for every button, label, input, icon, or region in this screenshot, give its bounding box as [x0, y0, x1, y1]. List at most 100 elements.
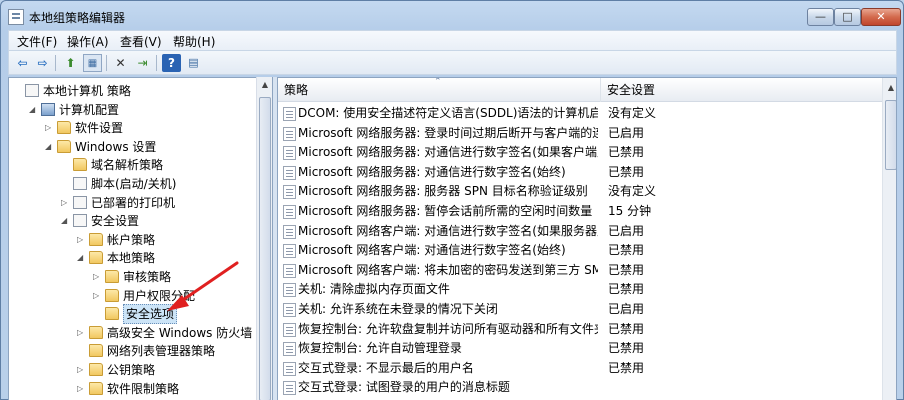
table-row[interactable]: Microsoft 网络服务器: 服务器 SPN 目标名称验证级别 没有定义: [278, 182, 882, 201]
table-row[interactable]: 恢复控制台: 允许软盘复制并访问所有驱动器和所有文件夹 已禁用: [278, 320, 882, 339]
tree-item-label: 安全选项: [123, 304, 178, 325]
close-button[interactable]: ✕: [861, 8, 901, 26]
show-tree-icon[interactable]: ▦: [83, 54, 102, 72]
list-scrollbar[interactable]: ▲: [882, 78, 896, 400]
policy-setting-icon: [283, 126, 296, 141]
title-bar: 本地组策略编辑器 — □ ✕: [1, 1, 903, 31]
tree-item[interactable]: ▷ 软件限制策略: [9, 380, 259, 398]
security-setting-value: 已启用: [608, 302, 645, 316]
table-row[interactable]: Microsoft 网络客户端: 将未加密的密码发送到第三方 SMB... 已禁用: [278, 261, 882, 280]
collapse-triangle-icon[interactable]: ◢: [29, 101, 39, 119]
policy-icon: [73, 195, 87, 209]
tree-item[interactable]: ◢ 计算机配置: [9, 101, 259, 119]
tree-item-label: 本地策略: [107, 251, 156, 266]
table-row[interactable]: 交互式登录: 不显示最后的用户名 已禁用: [278, 359, 882, 378]
table-row[interactable]: 关机: 允许系统在未登录的情况下关闭 已启用: [278, 300, 882, 319]
scroll-up-icon[interactable]: ▲: [886, 83, 896, 92]
table-row[interactable]: Microsoft 网络服务器: 暂停会话前所需的空闲时间数量 15 分钟: [278, 202, 882, 221]
expand-triangle-icon[interactable]: ▷: [77, 361, 87, 379]
tree-item[interactable]: 域名解析策略: [9, 156, 259, 174]
policy-name: Microsoft 网络服务器: 对通信进行数字签名(如果客户端允...: [298, 145, 598, 160]
list-scrollbar-thumb[interactable]: [885, 100, 896, 170]
tree-item[interactable]: ▷ 软件设置: [9, 119, 259, 137]
tree-item[interactable]: ▷ 公钥策略: [9, 361, 259, 379]
column-header-setting-label: 安全设置: [607, 83, 656, 97]
policy-setting-icon: [283, 146, 296, 161]
policy-name: Microsoft 网络服务器: 服务器 SPN 目标名称验证级别: [298, 184, 588, 199]
tree-item-label: 帐户策略: [107, 232, 156, 247]
table-row[interactable]: 恢复控制台: 允许自动管理登录 已禁用: [278, 339, 882, 358]
policy-name: Microsoft 网络客户端: 对通信进行数字签名(始终): [298, 243, 566, 258]
policy-name: DCOM: 使用安全描述符定义语言(SDDL)语法的计算机启动...: [298, 106, 598, 120]
tree-item[interactable]: ▷ 高级安全 Windows 防火墙: [9, 324, 259, 342]
collapse-triangle-icon[interactable]: ◢: [61, 212, 71, 230]
collapse-triangle-icon[interactable]: ◢: [77, 249, 87, 267]
column-header-policy[interactable]: 策略 ⌃: [278, 78, 601, 102]
tree-item[interactable]: 网络列表管理器策略: [9, 342, 259, 360]
tree-item[interactable]: 脚本(启动/关机): [9, 175, 259, 193]
menu-file[interactable]: 文件(F): [17, 33, 57, 50]
expand-triangle-icon[interactable]: ▷: [77, 380, 87, 398]
menu-bar: 文件(F) 操作(A) 查看(V) 帮助(H): [8, 30, 897, 50]
help-icon[interactable]: ?: [162, 54, 181, 72]
policy-setting-icon: [283, 224, 296, 239]
policy-icon: [73, 214, 87, 228]
policy-name: Microsoft 网络客户端: 将未加密的密码发送到第三方 SMB...: [298, 262, 598, 277]
table-row[interactable]: DCOM: 使用安全描述符定义语言(SDDL)语法的计算机启动... 没有定义: [278, 104, 882, 123]
back-arrow-icon[interactable]: ⇦: [13, 54, 32, 72]
column-header-setting[interactable]: 安全设置: [601, 78, 884, 102]
properties-icon[interactable]: ▤: [184, 54, 203, 72]
collapse-triangle-icon[interactable]: ◢: [45, 138, 55, 156]
table-row[interactable]: Microsoft 网络客户端: 对通信进行数字签名(如果服务器允... 已启用: [278, 222, 882, 241]
menu-view[interactable]: 查看(V): [120, 33, 162, 50]
table-row[interactable]: 关机: 清除虚拟内存页面文件 已禁用: [278, 280, 882, 299]
policy-name: 关机: 允许系统在未登录的情况下关闭: [298, 302, 498, 316]
policy-name: Microsoft 网络服务器: 对通信进行数字签名(始终): [298, 164, 566, 179]
policy-editor-icon: [8, 9, 24, 25]
delete-icon[interactable]: ✕: [111, 54, 130, 72]
expand-triangle-icon[interactable]: ▷: [45, 119, 55, 137]
tree-item[interactable]: ◢ 本地策略: [9, 249, 259, 267]
export-icon[interactable]: ⇥: [133, 54, 152, 72]
tree-scrollbar-thumb[interactable]: [259, 97, 271, 400]
folder-icon: [105, 307, 119, 321]
table-row[interactable]: Microsoft 网络服务器: 登录时间过期后断开与客户端的连接 已启用: [278, 124, 882, 143]
minimize-button[interactable]: —: [807, 8, 834, 26]
expand-triangle-icon[interactable]: ▷: [77, 324, 87, 342]
table-row[interactable]: Microsoft 网络服务器: 对通信进行数字签名(始终) 已禁用: [278, 163, 882, 182]
tree-item-label: 审核策略: [123, 270, 172, 284]
tree-scrollbar[interactable]: ▲: [256, 77, 272, 400]
security-setting-value: 已禁用: [608, 360, 645, 375]
maximize-button[interactable]: □: [834, 8, 861, 26]
window-title: 本地组策略编辑器: [29, 11, 126, 25]
policy-setting-icon: [283, 361, 296, 376]
folder-icon: [89, 325, 103, 339]
table-row[interactable]: Microsoft 网络服务器: 对通信进行数字签名(如果客户端允... 已禁用: [278, 143, 882, 162]
expand-triangle-icon[interactable]: ▷: [61, 194, 71, 212]
toolbar: ⇦ ⇨ ⬆ ▦ ✕ ⇥ ? ▤: [8, 50, 897, 75]
tree-item[interactable]: ▷ 审核策略: [9, 268, 259, 286]
tree-item[interactable]: ▷ 已部署的打印机: [9, 194, 259, 212]
expand-triangle-icon[interactable]: ▷: [93, 268, 103, 286]
forward-arrow-icon[interactable]: ⇨: [33, 54, 52, 72]
policy-name: Microsoft 网络客户端: 对通信进行数字签名(如果服务器允...: [298, 223, 598, 238]
expand-triangle-icon[interactable]: ▷: [77, 231, 87, 249]
expand-triangle-icon[interactable]: ▷: [93, 287, 103, 305]
tree-item[interactable]: ▷ 用户权限分配: [9, 287, 259, 305]
tree-item[interactable]: 本地计算机 策略: [9, 82, 259, 100]
menu-action[interactable]: 操作(A): [67, 33, 109, 50]
folder-icon: [57, 121, 71, 135]
tree-item[interactable]: ◢ Windows 设置: [9, 138, 259, 156]
folder-icon: [57, 139, 71, 153]
tree-item-label: Windows 设置: [75, 139, 157, 154]
tree-item[interactable]: ◢ 安全设置: [9, 212, 259, 230]
security-setting-value: 15 分钟: [608, 204, 652, 218]
table-row[interactable]: 交互式登录: 试图登录的用户的消息标题: [278, 378, 882, 397]
menu-help[interactable]: 帮助(H): [173, 33, 215, 50]
up-folder-icon[interactable]: ⬆: [61, 54, 80, 72]
tree-item[interactable]: ▷ 帐户策略: [9, 231, 259, 249]
table-row[interactable]: Microsoft 网络客户端: 对通信进行数字签名(始终) 已禁用: [278, 241, 882, 260]
list-header: 策略 ⌃ 安全设置: [278, 78, 896, 102]
tree-item[interactable]: 安全选项: [9, 304, 259, 325]
scroll-up-icon[interactable]: ▲: [260, 80, 270, 89]
